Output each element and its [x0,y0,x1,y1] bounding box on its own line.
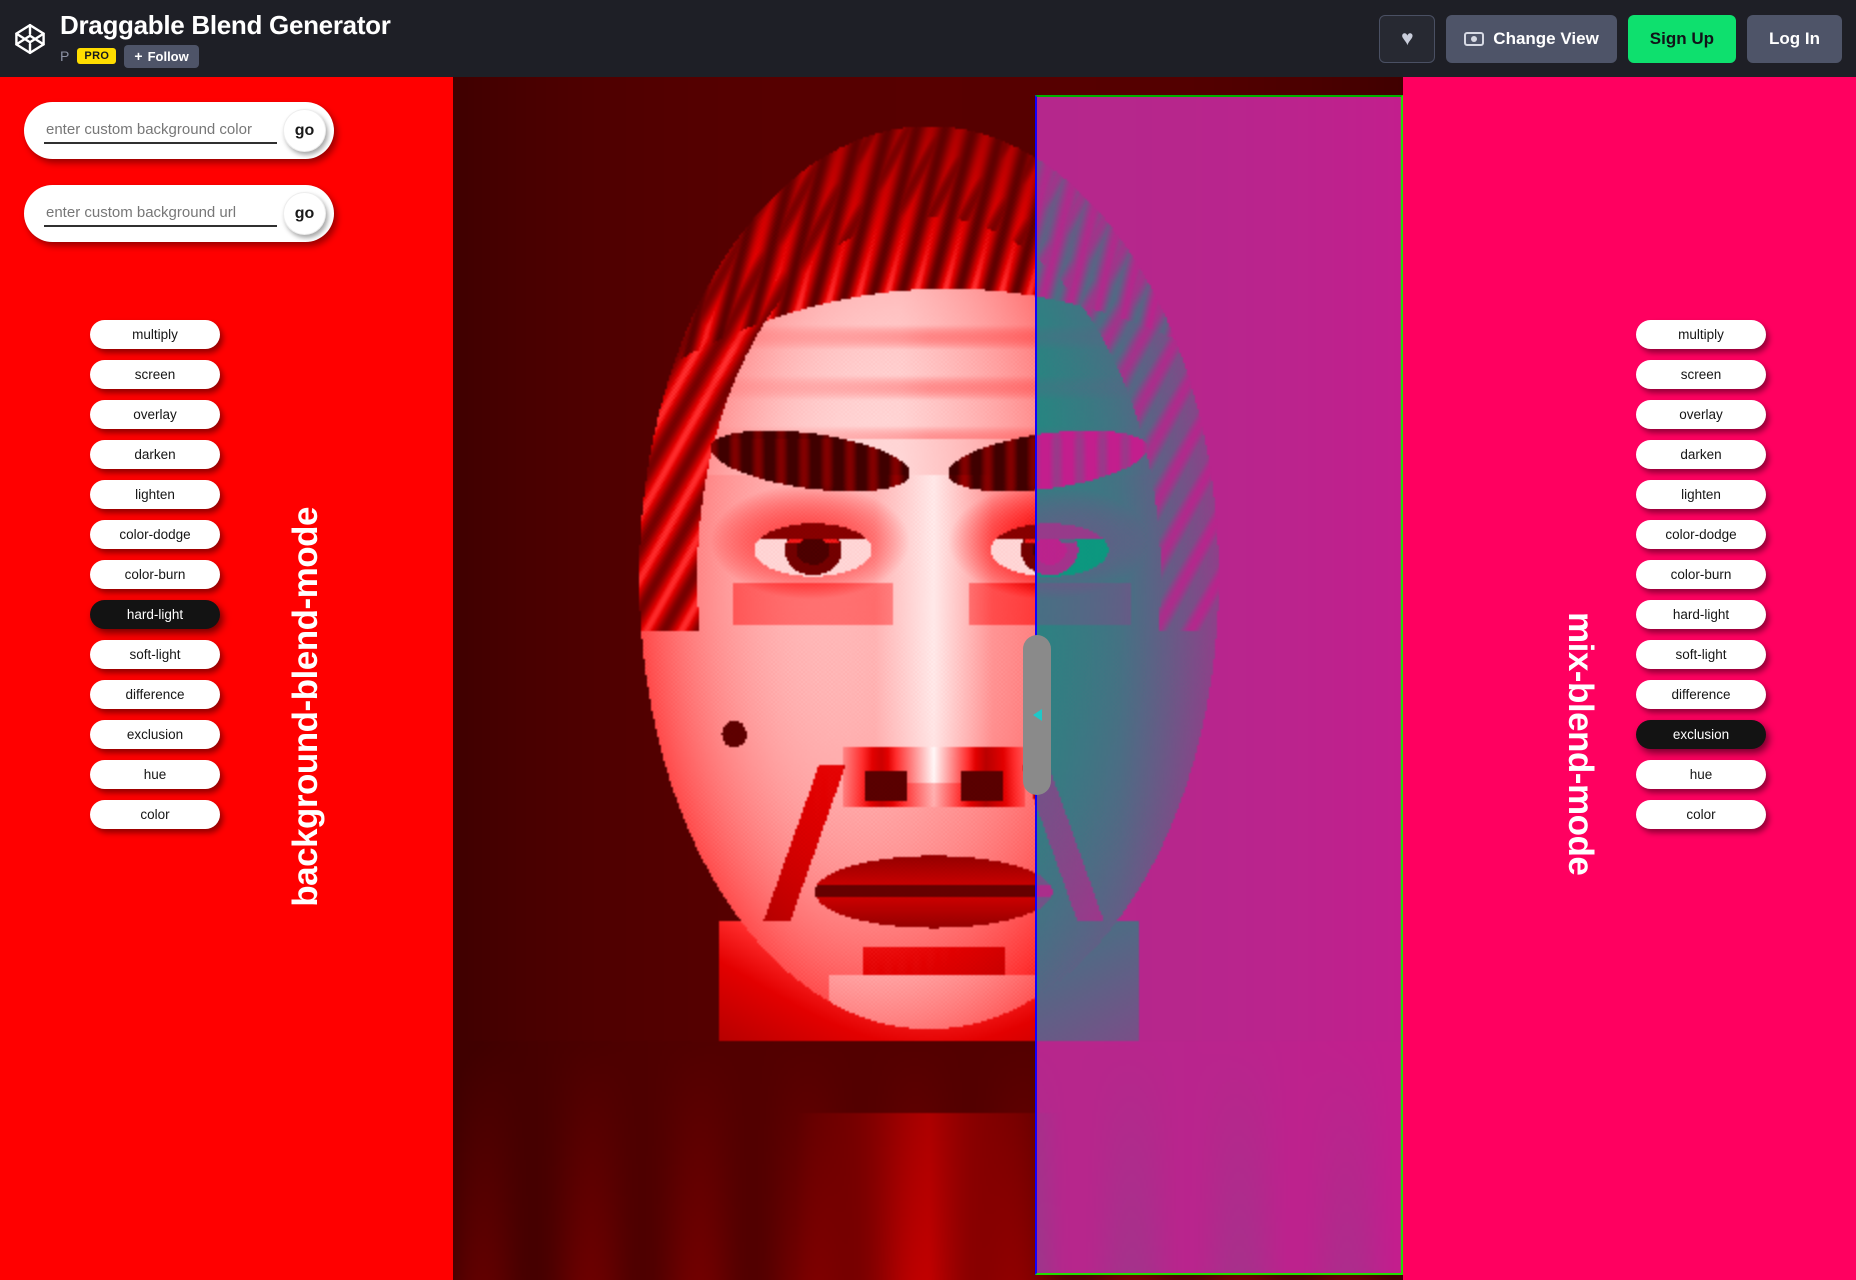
mix-blend-mode-button-hard-light[interactable]: hard-light [1636,600,1766,629]
background-blend-mode-list: multiply screen overlay darken lighten color-… [90,320,220,829]
background-blend-mode-button-darken[interactable]: darken [90,440,220,469]
background-blend-mode-button-color-burn[interactable]: color-burn [90,560,220,589]
background-blend-mode-button-color[interactable]: color [90,800,220,829]
mix-blend-mode-list: multiply screen overlay darken lighten color-… [1636,320,1766,829]
background-url-go-button[interactable]: go [283,192,326,235]
background-color-input-group: go [24,102,334,159]
mix-blend-mode-button-hue[interactable]: hue [1636,760,1766,789]
mix-blend-mode-button-color-burn[interactable]: color-burn [1636,560,1766,589]
right-color-panel [1403,77,1856,1280]
draggable-blend-region[interactable] [1035,95,1403,1275]
background-blend-mode-button-soft-light[interactable]: soft-light [90,640,220,669]
sign-up-button[interactable]: Sign Up [1627,14,1737,63]
custom-background-inputs: go go [24,102,334,242]
pen-meta-row: P PRO + Follow [60,44,391,68]
mix-blend-mode-button-darken[interactable]: darken [1636,440,1766,469]
mix-blend-mode-button-screen[interactable]: screen [1636,360,1766,389]
background-url-input[interactable] [44,200,277,227]
page-title: Draggable Blend Generator [60,10,391,41]
background-color-go-button[interactable]: go [283,109,326,152]
header-actions: ♥ Change View Sign Up Log In [1379,14,1856,63]
portrait-image-exclusion [1037,97,1401,1273]
mix-blend-mode-button-lighten[interactable]: lighten [1636,480,1766,509]
background-blend-mode-label: background-blend-mode [286,507,325,907]
mix-blend-mode-label: mix-blend-mode [1561,612,1600,876]
background-blend-mode-button-exclusion[interactable]: exclusion [90,720,220,749]
background-blend-mode-button-hard-light[interactable]: hard-light [90,600,220,629]
drag-handle[interactable] [1023,635,1051,795]
drag-handle-left-arrow-icon [1032,709,1042,721]
plus-icon: + [134,48,143,65]
mix-blend-mode-button-overlay[interactable]: overlay [1636,400,1766,429]
background-blend-mode-button-color-dodge[interactable]: color-dodge [90,520,220,549]
pen-title-block: Draggable Blend Generator P PRO + Follow [60,0,391,77]
background-blend-mode-button-overlay[interactable]: overlay [90,400,220,429]
mix-blend-mode-button-difference[interactable]: difference [1636,680,1766,709]
background-blend-mode-button-screen[interactable]: screen [90,360,220,389]
change-view-button[interactable]: Change View [1446,14,1617,63]
background-blend-mode-button-difference[interactable]: difference [90,680,220,709]
heart-icon: ♥ [1401,27,1414,50]
mix-blend-mode-button-exclusion[interactable]: exclusion [1636,720,1766,749]
left-color-panel [0,77,453,1280]
mix-blend-mode-button-soft-light[interactable]: soft-light [1636,640,1766,669]
background-blend-mode-button-multiply[interactable]: multiply [90,320,220,349]
mix-blend-mode-button-color[interactable]: color [1636,800,1766,829]
love-button[interactable]: ♥ [1379,14,1436,63]
background-url-input-group: go [24,185,334,242]
app-header: Draggable Blend Generator P PRO + Follow… [0,0,1856,77]
follow-button-label: Follow [147,48,189,64]
background-blend-mode-button-hue[interactable]: hue [90,760,220,789]
follow-button[interactable]: + Follow [124,44,199,68]
change-view-label: Change View [1493,28,1599,48]
eye-icon [1464,31,1485,46]
log-in-button[interactable]: Log In [1747,14,1842,63]
mix-blend-mode-button-color-dodge[interactable]: color-dodge [1636,520,1766,549]
pro-badge: PRO [77,48,117,65]
background-color-input[interactable] [44,117,277,144]
background-blend-mode-button-lighten[interactable]: lighten [90,480,220,509]
author-avatar-initial[interactable]: P [60,48,69,64]
mix-blend-mode-button-multiply[interactable]: multiply [1636,320,1766,349]
pen-preview-stage: go go multiply screen overlay darken lighten… [0,77,1856,1280]
codepen-logo-icon[interactable] [0,0,60,77]
